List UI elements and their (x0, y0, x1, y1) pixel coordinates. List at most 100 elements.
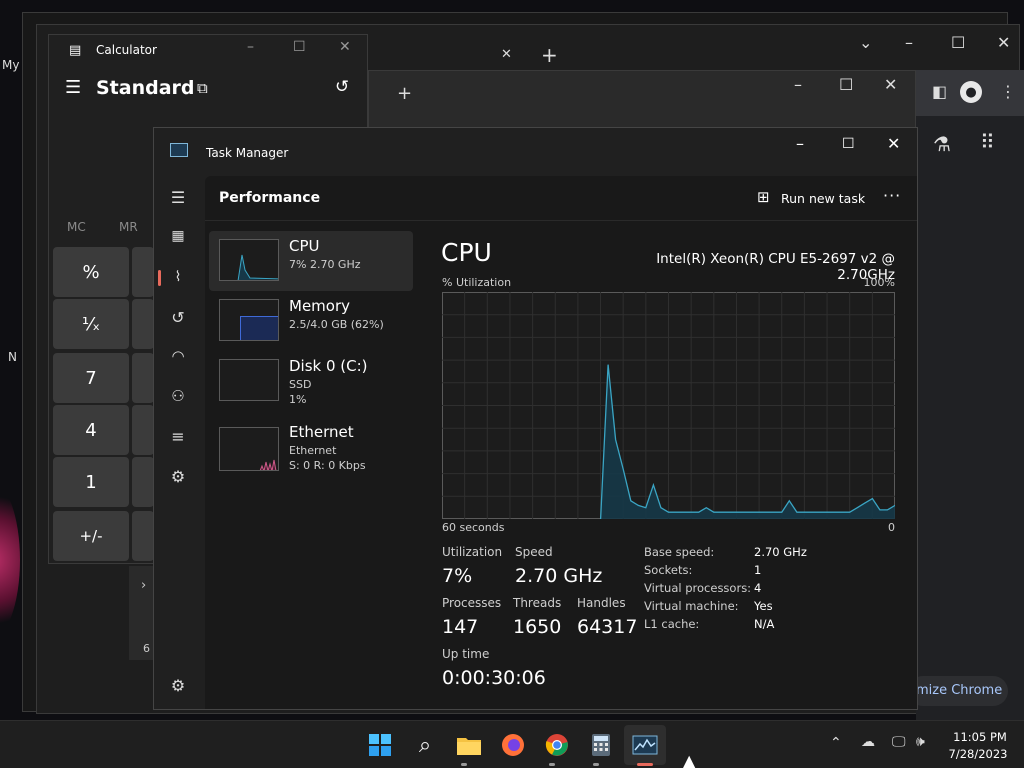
minimize-icon[interactable]: – (247, 39, 254, 55)
detail-value: 2.70 GHz (754, 545, 807, 559)
firefox-icon[interactable] (499, 731, 527, 759)
maximize-icon[interactable]: ☐ (951, 33, 965, 52)
resource-name: Ethernet (289, 423, 354, 441)
apps-grid-icon[interactable]: ⠿ (980, 130, 995, 154)
processes-value: 147 (442, 616, 479, 638)
details-icon[interactable]: ≡ (164, 422, 192, 450)
performance-panel: Performance ⊞ Run new task ··· CPU 7% 2.… (205, 176, 917, 709)
keep-on-top-icon[interactable]: ⧉ (197, 79, 208, 97)
processes-label: Processes (442, 596, 502, 610)
menu-dots-icon[interactable]: ⋮ (1000, 82, 1016, 101)
resource-name: Disk 0 (C:) (289, 357, 368, 375)
calc-button-partial[interactable] (132, 457, 154, 507)
threads-value: 1650 (513, 616, 562, 638)
maximize-icon[interactable]: ☐ (842, 136, 855, 152)
resource-item-ethernet[interactable]: Ethernet Ethernet S: 0 R: 0 Kbps (209, 417, 413, 477)
maximize-icon[interactable]: ☐ (839, 75, 853, 94)
percent-button[interactable]: % (53, 247, 129, 297)
utilization-axis-label: % Utilization (442, 276, 512, 289)
labs-flask-icon[interactable]: ⚗ (933, 132, 951, 156)
search-icon[interactable]: ⌕ (411, 731, 439, 759)
clock-time[interactable]: 11:05 PM (950, 730, 1010, 744)
more-options-button[interactable]: ··· (883, 186, 901, 205)
close-icon[interactable]: ✕ (884, 75, 897, 94)
close-icon[interactable]: ✕ (887, 134, 900, 153)
digit-1-button[interactable]: 1 (53, 457, 129, 507)
services-icon[interactable]: ⚙ (164, 462, 192, 490)
resource-item-cpu[interactable]: CPU 7% 2.70 GHz (209, 231, 413, 291)
chevron-up-icon[interactable]: ⌃ (830, 735, 842, 751)
profile-avatar-icon[interactable]: ● (960, 81, 982, 103)
task-manager-icon[interactable] (631, 731, 659, 759)
speed-label: Speed (515, 545, 553, 559)
minimize-icon[interactable]: – (905, 33, 913, 52)
users-icon[interactable]: ⚇ (164, 382, 192, 410)
calc-button-partial[interactable] (132, 405, 154, 455)
resource-detail: SSD (289, 378, 312, 391)
file-explorer-icon[interactable] (455, 731, 483, 759)
chrome-toolbar: ◧ ● ⋮ (916, 70, 1024, 116)
resource-detail: 7% 2.70 GHz (289, 258, 361, 271)
history-icon[interactable]: ↺ (335, 77, 349, 97)
minimize-icon[interactable]: – (796, 134, 804, 153)
task-manager-app-icon (170, 143, 188, 157)
cpu-thumbnail-graph (219, 239, 279, 281)
resource-detail: Ethernet (289, 444, 337, 457)
network-icon[interactable]: 🖵 (892, 734, 906, 750)
cpu-heading: CPU (441, 238, 492, 267)
onedrive-offline-icon[interactable]: ☁ (861, 734, 875, 750)
new-tab-icon[interactable]: + (397, 83, 412, 104)
detail-key: Virtual machine: (644, 599, 739, 613)
start-icon[interactable] (366, 731, 394, 759)
clock-date[interactable]: 7/28/2023 (946, 747, 1010, 761)
minimize-icon[interactable]: – (794, 75, 802, 94)
hamburger-menu-icon[interactable]: ☰ (164, 183, 192, 211)
maximize-icon[interactable]: ☐ (293, 39, 306, 55)
digit-7-button[interactable]: 7 (53, 353, 129, 403)
detail-value: 4 (754, 581, 762, 595)
resource-item-disk[interactable]: Disk 0 (C:) SSD 1% (209, 351, 413, 411)
digit-4-button[interactable]: 4 (53, 405, 129, 455)
resource-detail: 1% (289, 393, 307, 406)
volume-icon[interactable]: 🕪 (916, 734, 925, 750)
chevron-down-icon[interactable]: ⌄ (859, 33, 872, 52)
sidebar-icon[interactable]: ◧ (932, 82, 947, 101)
calc-button-partial[interactable] (132, 247, 154, 297)
calculator-icon[interactable] (587, 731, 615, 759)
customize-chrome-button[interactable]: mize Chrome (908, 676, 1008, 706)
detail-key: Sockets: (644, 563, 693, 577)
performance-icon[interactable]: ⌇ (164, 263, 192, 291)
partial-text: 6 (143, 642, 150, 655)
close-icon[interactable]: ✕ (997, 33, 1010, 52)
startup-apps-icon[interactable]: ◠ (164, 342, 192, 370)
calc-button-partial[interactable] (132, 353, 154, 403)
new-tab-icon[interactable]: + (541, 43, 558, 67)
close-icon[interactable]: ✕ (339, 39, 351, 55)
processes-icon[interactable]: ▦ (164, 222, 192, 250)
detail-value: Yes (754, 599, 773, 613)
close-tab-icon[interactable]: ✕ (501, 47, 512, 62)
detail-key: Virtual processors: (644, 581, 752, 595)
memory-recall-button[interactable]: MR (119, 220, 138, 234)
running-indicator (461, 763, 467, 766)
detail-key: Base speed: (644, 545, 715, 559)
desktop-icon-label[interactable]: My (2, 58, 19, 72)
run-new-task-button[interactable]: Run new task (781, 191, 865, 206)
memory-clear-button[interactable]: MC (67, 220, 86, 234)
utilization-label: Utilization (442, 545, 503, 559)
app-history-icon[interactable]: ↺ (164, 303, 192, 331)
settings-icon[interactable]: ⚙ (164, 671, 192, 699)
zero-axis-label: 0 (888, 521, 895, 534)
task-manager-window: Task Manager – ☐ ✕ ☰ ▦ ⌇ ↺ ◠ ⚇ ≡ ⚙ ⚙ Per… (153, 127, 918, 710)
resource-item-memory[interactable]: Memory 2.5/4.0 GB (62%) (209, 291, 413, 351)
calc-button-partial[interactable] (132, 511, 154, 561)
run-new-task-icon[interactable]: ⊞ (757, 188, 770, 206)
divider (205, 220, 917, 221)
calc-button-partial[interactable] (132, 299, 154, 349)
chrome-icon[interactable] (543, 731, 571, 759)
desktop-icon-label[interactable]: N (8, 350, 17, 364)
reciprocal-button[interactable]: ¹⁄ₓ (53, 299, 129, 349)
negate-button[interactable]: +/- (53, 511, 129, 561)
hamburger-menu-icon[interactable]: ☰ (65, 77, 81, 98)
chevron-right-icon[interactable]: › (141, 578, 146, 593)
